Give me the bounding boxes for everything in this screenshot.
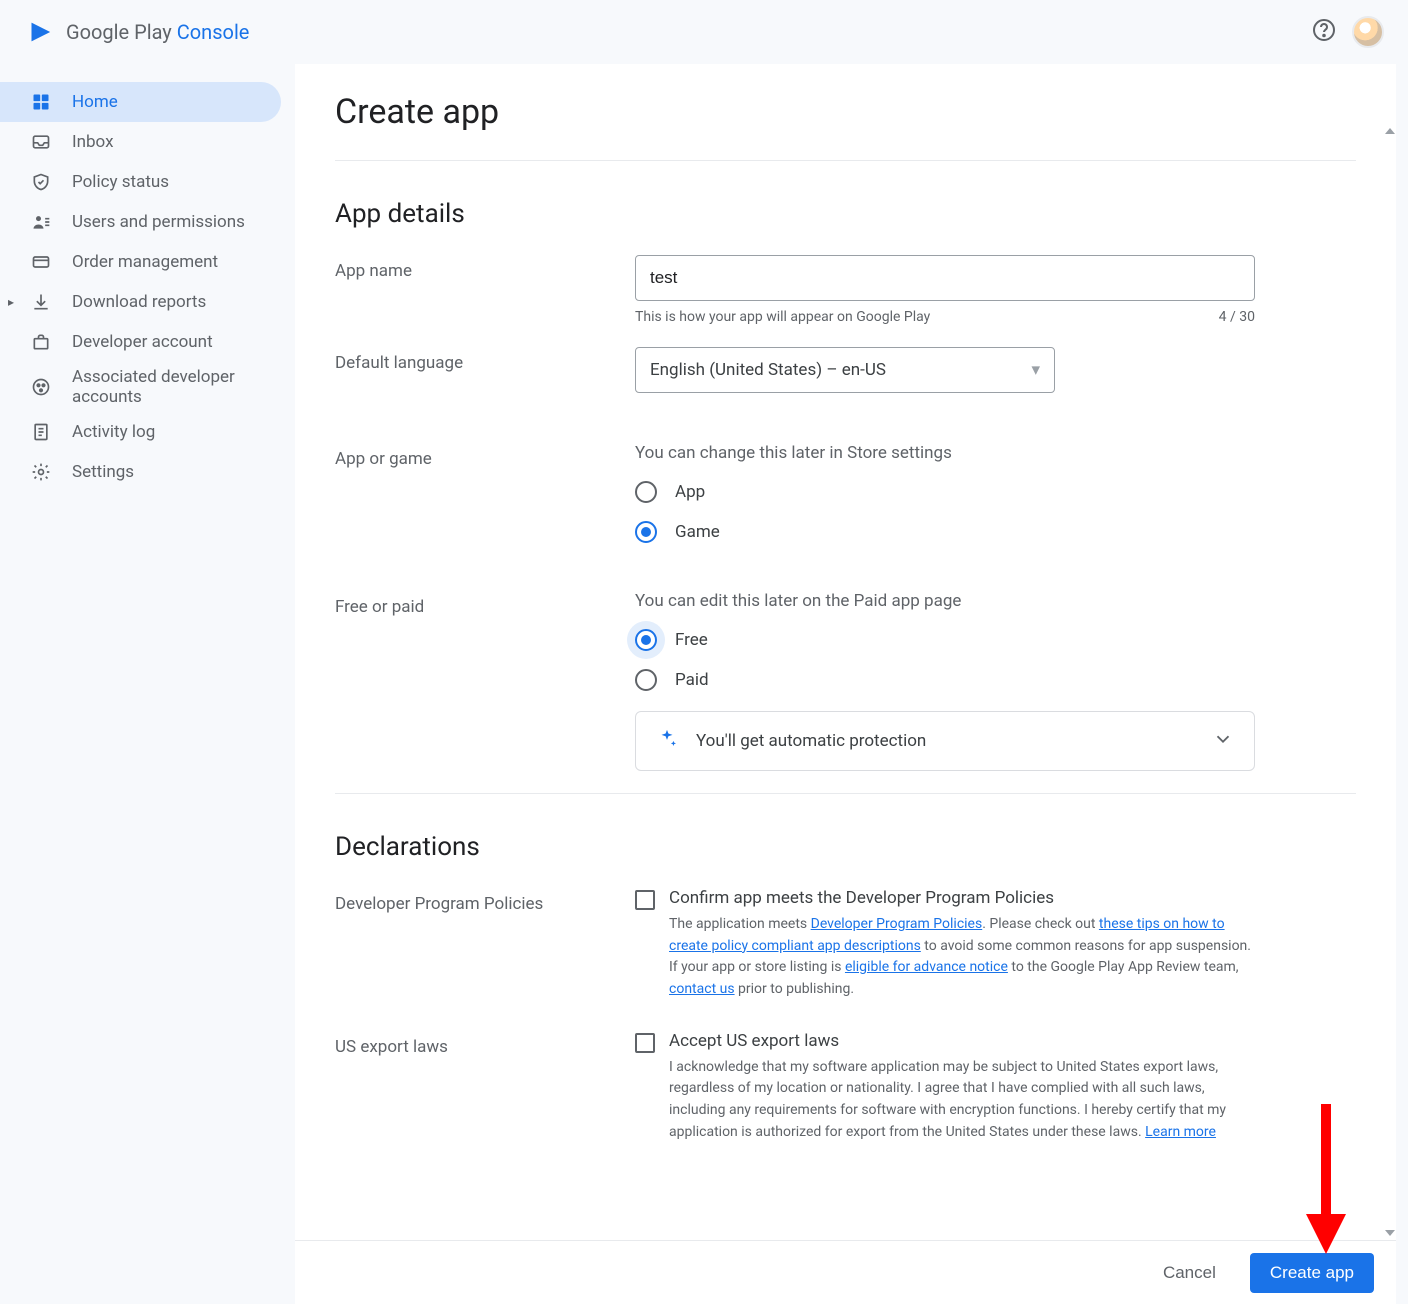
sidebar-item-label: Users and permissions — [72, 212, 245, 232]
people-icon — [30, 211, 52, 233]
download-icon — [30, 291, 52, 313]
section-declarations: Declarations — [335, 832, 1356, 862]
avatar[interactable] — [1352, 16, 1384, 48]
help-icon[interactable] — [1312, 18, 1336, 46]
language-value: English (United States) – en-US — [650, 360, 886, 380]
radio-paid[interactable]: Paid — [635, 669, 1255, 691]
dashboard-icon — [30, 91, 52, 113]
radio-label: Free — [675, 630, 708, 650]
sidebar-item-label: Activity log — [72, 422, 155, 442]
sparkle-icon — [656, 728, 678, 754]
protection-panel[interactable]: You'll get automatic protection — [635, 711, 1255, 771]
app-or-game-hint: You can change this later in Store setti… — [635, 443, 1255, 463]
inbox-icon — [30, 131, 52, 153]
main-content: Create app App details App name This is … — [295, 64, 1396, 1304]
radio-free[interactable]: Free — [635, 629, 1255, 651]
sidebar-item-label: Home — [72, 92, 118, 112]
shield-icon — [30, 171, 52, 193]
gear-icon — [30, 461, 52, 483]
app-name-label: App name — [335, 255, 635, 325]
link-contact[interactable]: contact us — [669, 981, 735, 997]
sidebar-item-label: Developer account — [72, 332, 213, 352]
app-name-count: 4 / 30 — [1219, 309, 1255, 325]
radio-label: Game — [675, 522, 720, 542]
briefcase-icon — [30, 331, 52, 353]
sidebar-item-label: Inbox — [72, 132, 114, 152]
section-app-details: App details — [335, 199, 1356, 229]
sidebar-item-associated[interactable]: Associated developer accounts — [0, 362, 295, 412]
export-label: US export laws — [335, 1031, 635, 1144]
chevron-right-icon: ▸ — [8, 295, 14, 309]
brand-text: Google Play Console — [66, 20, 249, 44]
create-app-button[interactable]: Create app — [1250, 1253, 1374, 1293]
sidebar: Home Inbox Policy status Users and permi… — [0, 64, 295, 1304]
app-name-input[interactable] — [635, 255, 1255, 301]
sidebar-item-label: Order management — [72, 252, 218, 272]
sidebar-item-policy[interactable]: Policy status — [0, 162, 295, 202]
log-icon — [30, 421, 52, 443]
radio-app[interactable]: App — [635, 481, 1255, 503]
sidebar-item-dev-account[interactable]: Developer account — [0, 322, 295, 362]
card-icon — [30, 251, 52, 273]
footer-bar: Cancel Create app — [295, 1240, 1396, 1304]
scroll-down-icon[interactable] — [1385, 1230, 1395, 1236]
link-advance[interactable]: eligible for advance notice — [845, 959, 1008, 975]
scroll-up-icon[interactable] — [1385, 128, 1395, 134]
link-learn-more[interactable]: Learn more — [1145, 1124, 1216, 1140]
export-checkbox[interactable] — [635, 1033, 655, 1053]
linked-icon — [30, 376, 52, 398]
free-or-paid-hint: You can edit this later on the Paid app … — [635, 591, 1255, 611]
page-title: Create app — [335, 92, 1356, 161]
sidebar-item-settings[interactable]: Settings — [0, 452, 295, 492]
radio-game[interactable]: Game — [635, 521, 1255, 543]
sidebar-item-inbox[interactable]: Inbox — [0, 122, 295, 162]
cancel-button[interactable]: Cancel — [1149, 1255, 1230, 1291]
language-select[interactable]: English (United States) – en-US ▾ — [635, 347, 1055, 393]
sidebar-item-label: Download reports — [72, 292, 206, 312]
sidebar-item-label: Associated developer accounts — [72, 367, 242, 407]
link-dpp[interactable]: Developer Program Policies — [811, 916, 983, 932]
app-or-game-label: App or game — [335, 443, 635, 561]
radio-icon — [635, 669, 657, 691]
top-bar: Google Play Console — [0, 0, 1408, 64]
radio-label: App — [675, 482, 705, 502]
radio-icon — [635, 629, 657, 651]
dpp-desc: The application meets Developer Program … — [669, 914, 1255, 1001]
app-name-helper: This is how your app will appear on Goog… — [635, 309, 930, 325]
dpp-checkbox[interactable] — [635, 890, 655, 910]
sidebar-item-users[interactable]: Users and permissions — [0, 202, 295, 242]
radio-label: Paid — [675, 670, 709, 690]
sidebar-item-downloads[interactable]: ▸ Download reports — [0, 282, 295, 322]
sidebar-item-activity[interactable]: Activity log — [0, 412, 295, 452]
divider — [335, 793, 1356, 794]
chevron-down-icon: ▾ — [1031, 360, 1040, 380]
sidebar-item-orders[interactable]: Order management — [0, 242, 295, 282]
language-label: Default language — [335, 347, 635, 393]
dpp-title: Confirm app meets the Developer Program … — [669, 888, 1255, 908]
export-title: Accept US export laws — [669, 1031, 1255, 1051]
play-console-logo-icon — [28, 18, 56, 46]
sidebar-item-label: Settings — [72, 462, 134, 482]
radio-icon — [635, 481, 657, 503]
sidebar-item-home[interactable]: Home — [0, 82, 281, 122]
brand[interactable]: Google Play Console — [28, 18, 249, 46]
export-desc: I acknowledge that my software applicati… — [669, 1057, 1255, 1144]
chevron-down-icon[interactable] — [1212, 728, 1234, 754]
sidebar-item-label: Policy status — [72, 172, 169, 192]
free-or-paid-label: Free or paid — [335, 591, 635, 771]
radio-icon — [635, 521, 657, 543]
protection-text: You'll get automatic protection — [696, 731, 1194, 751]
dpp-label: Developer Program Policies — [335, 888, 635, 1001]
